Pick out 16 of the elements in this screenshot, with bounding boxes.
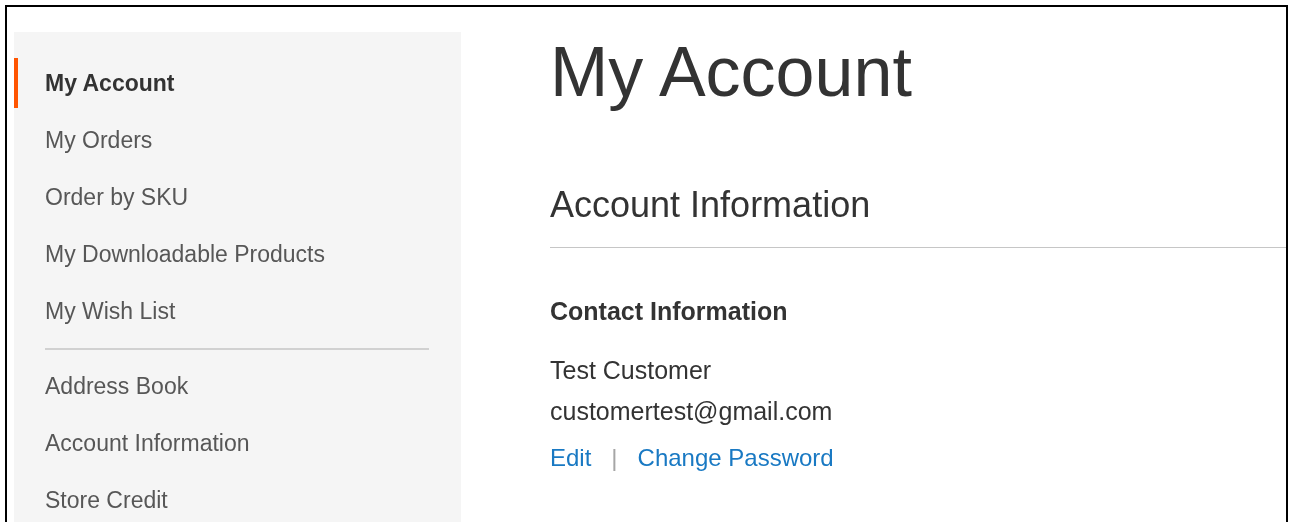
link[interactable]: Change Password [637, 437, 834, 478]
page-title: My Account [550, 32, 912, 113]
sidebar-item[interactable]: My Account [14, 58, 461, 108]
sidebar-item[interactable]: My Orders [14, 115, 461, 165]
block-title: Contact Information [550, 296, 788, 327]
sidebar-item[interactable]: Store Credit [14, 475, 461, 522]
customer-email: customertest@gmail.com [550, 396, 833, 427]
sidebar-item[interactable]: Address Book [14, 361, 461, 411]
sidebar-item[interactable]: Account Information [14, 418, 461, 468]
link-separator: | [611, 443, 618, 473]
customer-name: Test Customer [550, 355, 712, 386]
sidebar-item[interactable]: My Wish List [14, 286, 461, 336]
section-title: Account Information [550, 183, 871, 227]
link[interactable]: Edit [550, 437, 592, 478]
sidebar-item[interactable]: Order by SKU [14, 172, 461, 222]
sidebar-item[interactable]: My Downloadable Products [14, 229, 461, 279]
